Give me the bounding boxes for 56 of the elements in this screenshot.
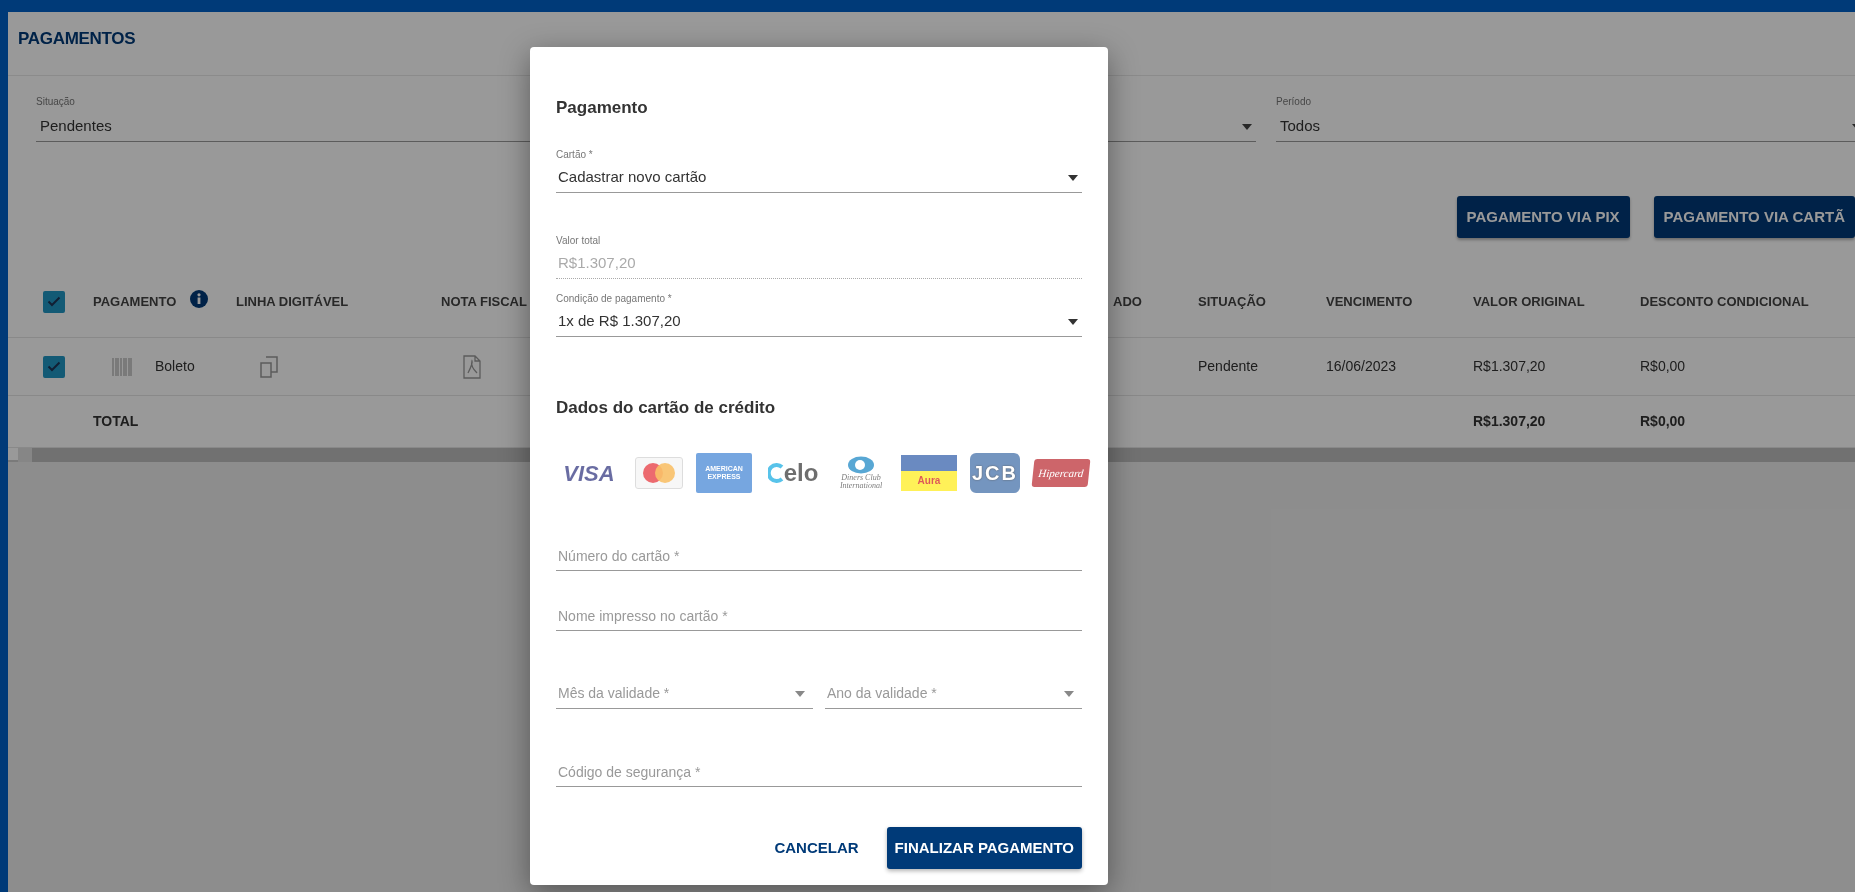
table-cell-text: Pendente <box>1198 357 1258 376</box>
finish-payment-button[interactable]: FINALIZAR PAGAMENTO <box>886 827 1082 869</box>
check-icon <box>47 296 61 307</box>
caret-icon <box>795 690 805 697</box>
total-value: R$0,00 <box>1640 412 1686 431</box>
card-brand-logo: JCB <box>970 453 1020 493</box>
barcode-icon <box>111 355 133 378</box>
card-brand-logo: Hipercard <box>1031 459 1091 487</box>
payment-button[interactable]: PAGAMENTO VIA PIX <box>1456 196 1630 238</box>
total-label: TOTAL <box>93 412 139 431</box>
copy-icon <box>258 354 280 379</box>
column-header: NOTA FISCAL <box>441 292 527 311</box>
field-label: Valor total <box>556 235 601 246</box>
select-field[interactable]: 1x de R$ 1.307,20 <box>556 307 1082 337</box>
pdf-file-icon <box>462 354 482 379</box>
input-field[interactable]: Número do cartão * <box>556 541 1082 571</box>
field-label: Condição de pagamento * <box>556 293 672 304</box>
cancel-button[interactable]: CANCELAR <box>768 827 865 869</box>
field-label: Período <box>1276 96 1312 107</box>
ring-icon <box>767 463 784 483</box>
caret-icon <box>1068 174 1078 181</box>
input-field[interactable]: Nome impresso no cartão * <box>556 601 1082 631</box>
info-icon <box>190 289 209 308</box>
column-header: SITUAÇÃO <box>1198 292 1266 311</box>
circle-icon <box>847 456 875 474</box>
table-cell-text: Boleto <box>155 357 195 376</box>
card-brand-logo: Diners Club International <box>834 453 888 493</box>
check-icon <box>47 361 61 372</box>
input-field: R$1.307,20 <box>556 249 1082 279</box>
select-field[interactable]: Todos <box>1276 112 1855 142</box>
input-field[interactable]: Código de segurança * <box>556 757 1082 787</box>
card-brand-logo: elo <box>765 453 821 493</box>
column-header: LINHA DIGITÁVEL <box>236 292 349 311</box>
table-cell-text: R$0,00 <box>1640 357 1686 376</box>
column-header: VALOR ORIGINAL <box>1473 292 1585 311</box>
caret-icon <box>1068 318 1078 325</box>
checkbox[interactable] <box>43 355 65 378</box>
field-label: Situação <box>36 96 75 107</box>
checkbox[interactable] <box>43 290 65 313</box>
table-cell-text: 16/06/2023 <box>1326 357 1397 376</box>
column-header: DESCONTO CONDICIONAL <box>1640 292 1809 311</box>
card-brand-logo: VISA <box>562 459 616 488</box>
payment-button[interactable]: PAGAMENTO VIA CARTÃ <box>1653 196 1855 238</box>
table-cell-text: R$1.307,20 <box>1473 357 1546 376</box>
caret-icon <box>1064 690 1074 697</box>
caret-icon <box>1242 123 1252 130</box>
circles-icon <box>641 462 677 484</box>
field-label: Cartão * <box>556 149 593 160</box>
total-value: R$1.307,20 <box>1473 412 1546 431</box>
select-field[interactable]: Cadastrar novo cartão <box>556 163 1082 193</box>
column-header: VENCIMENTO <box>1326 292 1413 311</box>
column-header: ADO <box>1113 292 1142 311</box>
column-header: PAGAMENTO <box>93 292 177 311</box>
section-title: Dados do cartão de crédito <box>556 398 776 417</box>
card-brand-logo: Aura <box>901 455 957 491</box>
select-field[interactable]: Mês da validade * <box>556 679 813 709</box>
